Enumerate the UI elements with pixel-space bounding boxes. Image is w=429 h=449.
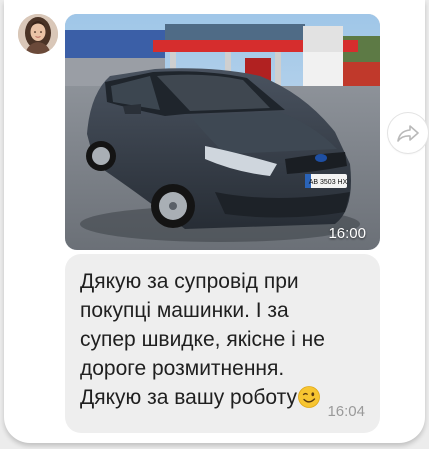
avatar-image (18, 14, 58, 54)
license-plate-text: АВ 3503 НХ (309, 179, 348, 186)
message-text: Дякую за супровід при покупці машинки. І… (80, 267, 372, 412)
forward-icon (397, 125, 419, 142)
chat-conversation: АВ 3503 НХ 16:00 Дякую за супровід при п… (4, 0, 428, 443)
message-timestamp: 16:04 (327, 403, 365, 420)
message-body: Дякую за супровід при покупці машинки. І… (80, 270, 325, 409)
avatar[interactable] (18, 14, 58, 54)
text-message[interactable]: Дякую за супровід при покупці машинки. І… (65, 254, 380, 433)
photo-timestamp: 16:00 (328, 225, 366, 242)
photo-message[interactable]: АВ 3503 НХ 16:00 (65, 14, 380, 250)
forward-button[interactable] (388, 113, 428, 153)
car-photo: АВ 3503 НХ (65, 14, 380, 250)
wink-emoji-icon (298, 386, 320, 408)
